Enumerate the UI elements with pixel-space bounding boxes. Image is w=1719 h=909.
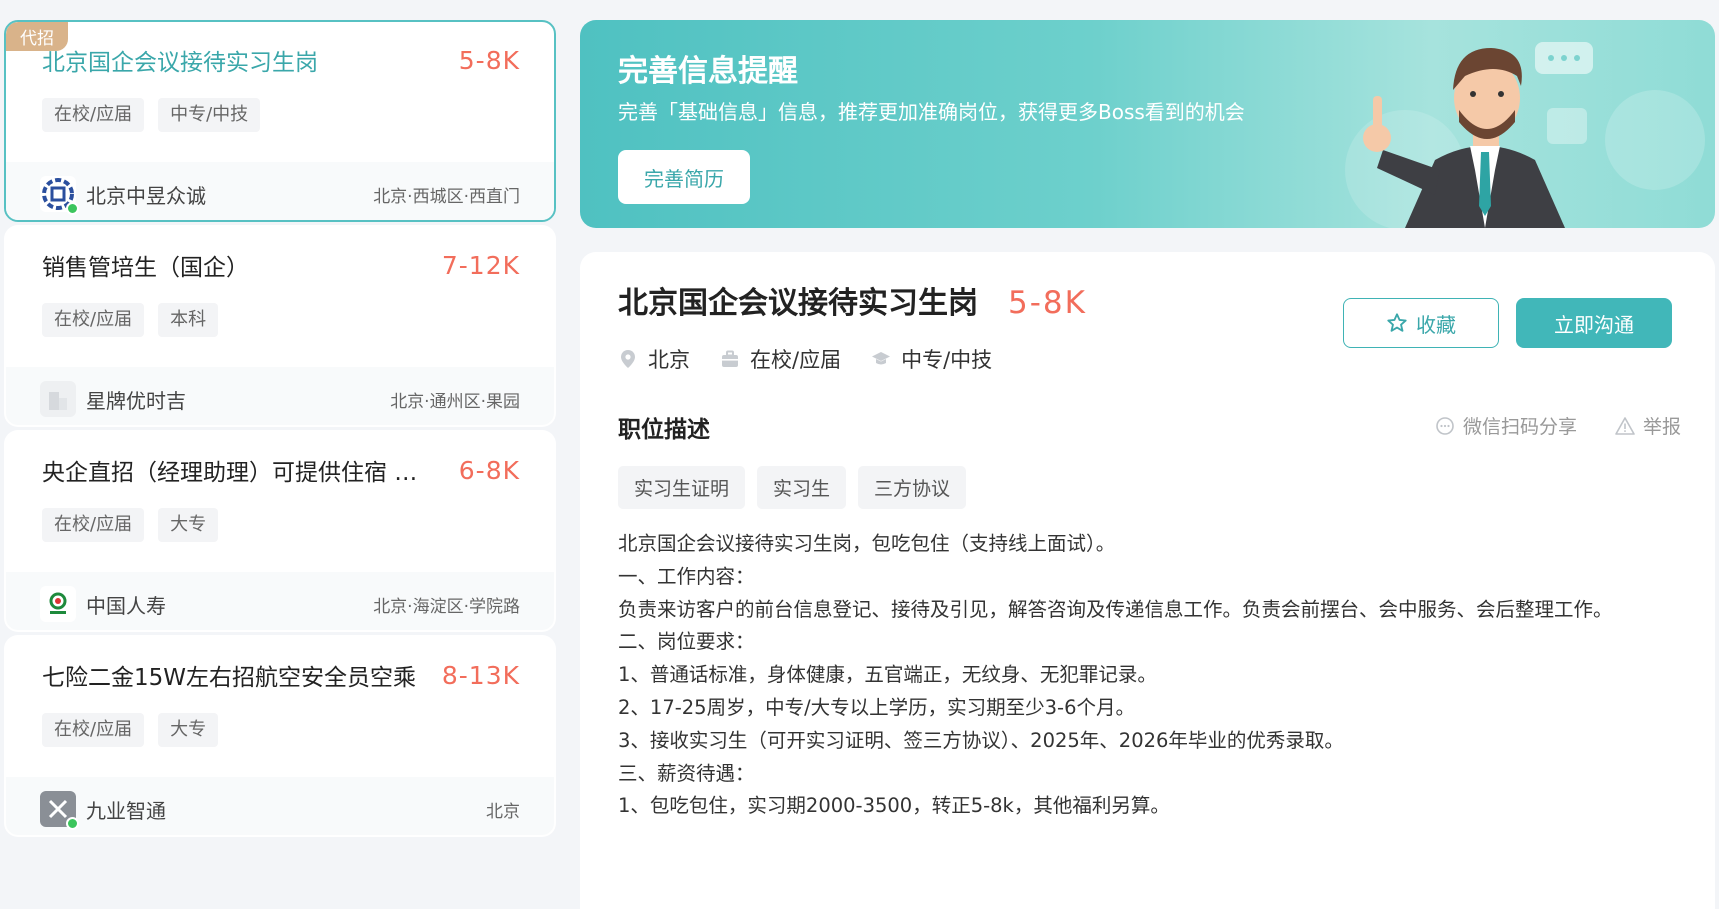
job-location: 北京·通州区·果园 (390, 391, 520, 412)
detail-job-title: 北京国企会议接待实习生岗 (618, 286, 978, 321)
detail-salary: 5-8K (1008, 285, 1087, 321)
company-name[interactable]: 中国人寿 (86, 590, 166, 619)
section-title-job-description: 职位描述 (618, 417, 710, 443)
job-location: 北京·海淀区·学院路 (373, 596, 520, 617)
wechat-share-button[interactable]: 微信扫码分享 (1435, 412, 1577, 439)
complete-info-banner: 完善信息提醒 完善「基础信息」信息，推荐更加准确岗位，获得更多Boss看到的机会… (580, 20, 1715, 228)
job-tag: 大专 (158, 508, 219, 542)
company-name[interactable]: 北京中昱众诚 (86, 180, 206, 209)
job-tag: 在校/应届 (42, 98, 145, 132)
job-detail-panel: 北京国企会议接待实习生岗 5-8K 北京 在校/应届 中专/中技 收藏 立即沟通… (580, 252, 1715, 909)
star-icon (1387, 313, 1407, 332)
job-tag: 在校/应届 (42, 508, 145, 542)
wechat-share-label: 微信扫码分享 (1462, 416, 1577, 438)
company-logo (40, 586, 76, 622)
company-name[interactable]: 星牌优时吉 (86, 385, 186, 414)
job-title[interactable]: 七险二金15W左右招航空安全员空乘 (42, 658, 416, 692)
detail-city: 北京 (648, 348, 690, 372)
favorite-label: 收藏 (1416, 312, 1456, 337)
graduation-cap-icon (872, 352, 891, 365)
description-line: 二、岗位要求： (618, 630, 755, 654)
chat-bubble-icon (1436, 416, 1454, 435)
report-label: 举报 (1642, 416, 1681, 438)
job-salary: 5-8K (458, 45, 520, 75)
detail-meta: 北京 在校/应届 中专/中技 (618, 344, 992, 374)
chat-now-button[interactable]: 立即沟通 (1516, 298, 1672, 348)
report-button[interactable]: 举报 (1615, 412, 1681, 439)
company-logo (40, 176, 79, 215)
job-title[interactable]: 销售管培生（国企） (42, 248, 249, 282)
job-location: 北京 (486, 801, 520, 822)
job-title[interactable]: 央企直招（经理助理）可提供住宿 … (42, 453, 417, 487)
description-line: 3、接收实习生（可开实习证明、签三方协议）、2025年、2026年毕业的优秀录取… (618, 728, 1344, 752)
description-line: 负责来访客户的前台信息登记、接待及引见，解答咨询及传递信息工作。负责会前摆台、会… (618, 597, 1613, 621)
job-salary: 8-13K (441, 660, 520, 690)
description-line: 三、薪资待遇： (618, 761, 755, 785)
complete-resume-button[interactable]: 完善简历 (618, 150, 750, 204)
detail-tag: 实习生 (757, 466, 847, 509)
location-pin-icon (621, 350, 635, 368)
job-tag: 中专/中技 (158, 98, 261, 132)
job-salary: 7-12K (441, 250, 520, 280)
description-line: 北京国企会议接待实习生岗，包吃包住（支持线上面试）。 (618, 532, 1116, 555)
description-line: 1、普通话标准，身体健康，五官端正，无纹身、无犯罪记录。 (618, 663, 1157, 687)
company-logo (40, 381, 76, 417)
job-title[interactable]: 北京国企会议接待实习生岗 (42, 43, 318, 77)
business-man-illustration (1345, 42, 1705, 228)
detail-tag: 三方协议 (858, 466, 967, 509)
banner-subtitle: 完善「基础信息」信息，推荐更加准确岗位，获得更多Boss看到的机会 (618, 100, 1245, 124)
job-card[interactable]: 央企直招（经理助理）可提供住宿 … 6-8K 在校/应届 大专 中国人寿 北京·… (4, 430, 556, 632)
online-status-dot (66, 817, 79, 830)
detail-tags: 实习生证明 实习生 三方协议 (618, 466, 967, 509)
job-tag: 在校/应届 (42, 303, 145, 337)
briefcase-icon (722, 350, 738, 367)
company-name[interactable]: 九业智通 (86, 795, 166, 824)
job-salary: 6-8K (458, 455, 520, 485)
warning-icon (1615, 416, 1635, 435)
company-logo (40, 791, 79, 830)
job-card[interactable]: 代招 北京国企会议接待实习生岗 5-8K 在校/应届 中专/中技 北京中昱众诚 … (4, 20, 556, 222)
detail-experience: 在校/应届 (750, 348, 842, 372)
job-card[interactable]: 七险二金15W左右招航空安全员空乘 8-13K 在校/应届 大专 九业智通 北京 (4, 635, 556, 837)
job-tag: 本科 (158, 303, 219, 337)
agent-recruit-badge: 代招 (6, 22, 68, 51)
detail-tag: 实习生证明 (618, 466, 746, 509)
detail-degree: 中专/中技 (901, 348, 993, 372)
building-icon (49, 392, 67, 410)
job-tag: 在校/应届 (42, 713, 145, 747)
description-line: 1、包吃包住，实习期2000-3500，转正5-8k，其他福利另算。 (618, 794, 1170, 818)
description-line: 一、工作内容： (618, 564, 755, 588)
job-card[interactable]: 销售管培生（国企） 7-12K 在校/应届 本科 星牌优时吉 北京·通州区·果园 (4, 225, 556, 427)
description-line: 2、17-25周岁，中专/大专以上学历，实习期至少3-6个月。 (618, 695, 1135, 719)
favorite-button[interactable]: 收藏 (1343, 298, 1499, 348)
job-location: 北京·西城区·西直门 (373, 186, 520, 207)
job-tag: 大专 (158, 713, 219, 747)
online-status-dot (66, 202, 79, 215)
banner-title: 完善信息提醒 (618, 54, 798, 89)
job-description-text: 北京国企会议接待实习生岗，包吃包住（支持线上面试）。 一、工作内容： 负责来访客… (618, 528, 1678, 823)
china-life-logo-icon (49, 592, 67, 614)
